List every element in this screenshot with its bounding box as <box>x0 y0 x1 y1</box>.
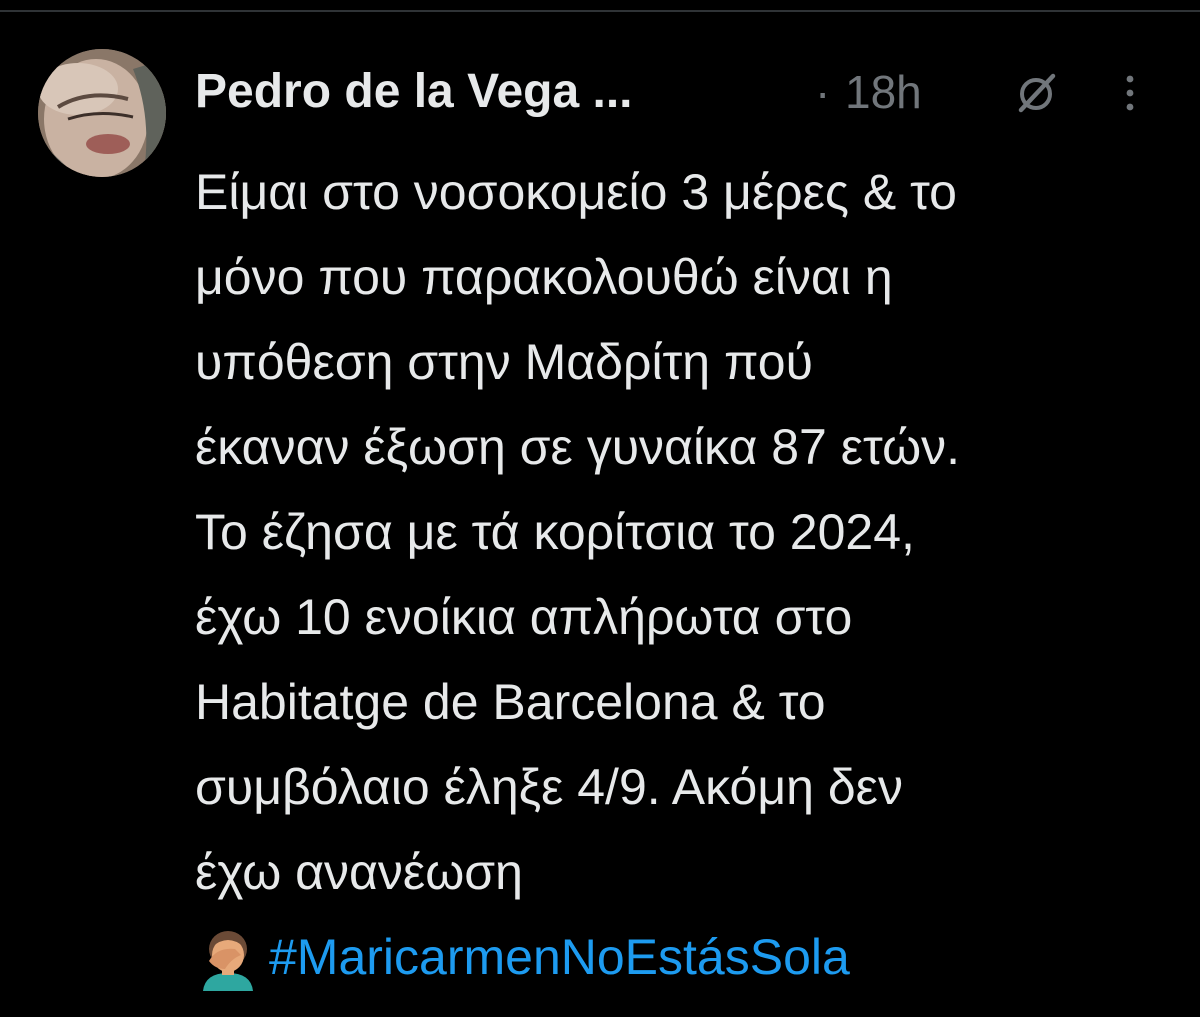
grok-icon[interactable] <box>1013 70 1059 116</box>
tweet-line: συμβόλαιο έληξε 4/9. Ακόμη δεν <box>195 759 903 815</box>
more-vertical-icon[interactable] <box>1115 70 1145 116</box>
tweet-line: έχω ανανέωση <box>195 844 523 900</box>
facepalm-emoji <box>195 925 261 991</box>
avatar-image <box>38 49 166 177</box>
tweet-text: Είμαι στο νοσοκομείο 3 μέρες & το μόνο π… <box>195 150 1185 1000</box>
tweet-line: μόνο που παρακολουθώ είναι η <box>195 249 893 305</box>
tweet-line: Το έζησα με τά κορίτσια το 2024, <box>195 504 915 560</box>
tweet-line: Είμαι στο νοσοκομείο 3 μέρες & το <box>195 164 957 220</box>
tweet-line: Habitatge de Barcelona & το <box>195 674 826 730</box>
tweet-line: υπόθεση στην Μαδρίτη πού <box>195 334 813 390</box>
timestamp[interactable]: 18h <box>845 60 922 124</box>
tweet-line: έχω 10 ενοίκια απλήρωτα στο <box>195 589 853 645</box>
separator-dot: · <box>815 66 831 118</box>
author-name[interactable]: Pedro de la Vega ... <box>195 60 633 124</box>
tweet-header: Pedro de la Vega ... · 18h <box>195 60 1165 124</box>
top-divider <box>0 0 1200 12</box>
tweet-line: έκαναν έξωση σε γυναίκα 87 ετών. <box>195 419 961 475</box>
avatar[interactable] <box>38 49 166 177</box>
tweet-line-hashtag: #MaricarmenNoEstásSola <box>195 915 1185 1000</box>
hashtag-link[interactable]: #MaricarmenNoEstásSola <box>269 915 850 1000</box>
